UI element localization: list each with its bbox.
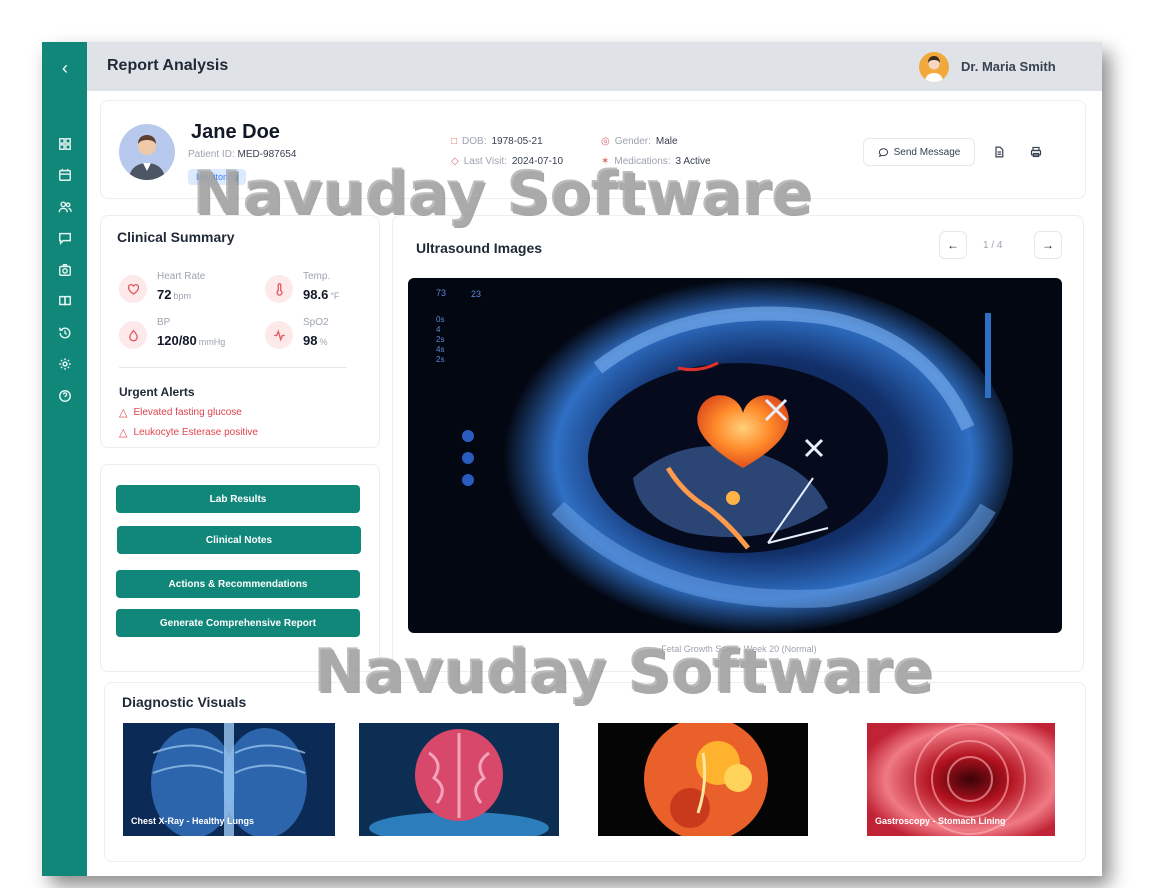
vital-label: BP xyxy=(157,317,171,328)
pill-icon: ✶ xyxy=(601,156,610,167)
settings-icon[interactable] xyxy=(42,349,87,381)
actions-card: Lab Results Clinical Notes Actions & Rec… xyxy=(100,464,380,672)
calendar-icon: □ xyxy=(451,136,458,147)
gender-field: ◎ Gender: Male xyxy=(601,136,678,147)
gender-value: Male xyxy=(655,136,678,147)
divider xyxy=(119,367,347,368)
send-message-label: Send Message xyxy=(893,146,961,158)
ultrasound-title: Ultrasound Images xyxy=(416,240,543,256)
history-icon[interactable] xyxy=(42,317,87,349)
arrow-left-icon: ← xyxy=(947,238,959,252)
gender-label: Gender: xyxy=(614,136,651,147)
sidebar-nav xyxy=(42,128,87,412)
vital-label: Heart Rate xyxy=(157,271,206,282)
patient-id-value: MED-987654 xyxy=(237,149,297,160)
help-icon[interactable] xyxy=(42,380,87,412)
app-window: ‹ Report Analysis Dr. Maria Smith Jane D… xyxy=(42,42,1102,876)
status-badge: Monitoring xyxy=(188,169,247,185)
patient-id: Patient ID: MED-987654 xyxy=(188,149,296,160)
medications-label: Medications: xyxy=(614,156,671,167)
patient-avatar xyxy=(119,124,175,180)
user-circle-icon: ◎ xyxy=(601,136,610,147)
overlay-readout-1: 73 xyxy=(436,288,447,298)
dob-field: □ DOB: 1978-05-21 xyxy=(451,136,543,147)
dob-label: DOB: xyxy=(462,136,487,147)
tag-icon: ◇ xyxy=(451,156,459,167)
vital-temperature: Temp. 98.6 °F xyxy=(265,271,375,311)
alert-item: △ Elevated fasting glucose xyxy=(119,407,242,419)
vital-label: SpO2 xyxy=(303,317,329,328)
camera-icon[interactable] xyxy=(42,254,87,286)
heart-icon xyxy=(119,275,147,303)
ultrasound-caption: Fetal Growth Scan - Week 20 (Normal) xyxy=(661,644,817,654)
sidebar: ‹ xyxy=(42,42,87,876)
urgent-alerts-title: Urgent Alerts xyxy=(119,385,195,399)
image-counter: 1 / 4 xyxy=(983,240,1003,251)
vital-value: 98.6 °F xyxy=(303,287,340,302)
vital-heart-rate: Heart Rate 72 bpm xyxy=(119,271,239,311)
top-bar: Report Analysis Dr. Maria Smith xyxy=(87,42,1102,91)
clinical-notes-button[interactable]: Clinical Notes xyxy=(117,526,361,554)
last-visit-field: ◇ Last Visit: 2024-07-10 xyxy=(451,156,563,167)
warning-icon: △ xyxy=(119,407,128,419)
droplet-icon xyxy=(119,321,147,349)
clinical-summary-card: Clinical Summary Heart Rate 72 bpm Temp. … xyxy=(100,215,380,448)
vital-value: 72 bpm xyxy=(157,287,191,302)
print-icon[interactable] xyxy=(1025,141,1047,163)
arrow-right-icon: → xyxy=(1042,238,1054,252)
clinical-summary-title: Clinical Summary xyxy=(117,229,235,245)
patient-card: Jane Doe Patient ID: MED-987654 Monitori… xyxy=(100,100,1086,199)
book-icon[interactable] xyxy=(42,286,87,318)
back-chevron-icon[interactable]: ‹ xyxy=(55,58,75,78)
send-message-button[interactable]: Send Message xyxy=(863,138,975,166)
diagnostic-visuals-card: Diagnostic Visuals Chest X-Ray - Healthy… xyxy=(104,682,1086,862)
diagnostic-thumbnail[interactable]: Gastroscopy - Stomach Lining xyxy=(867,723,1055,836)
patient-name: Jane Doe xyxy=(191,121,280,143)
generate-report-button[interactable]: Generate Comprehensive Report xyxy=(116,609,360,637)
activity-icon xyxy=(265,321,293,349)
warning-icon: △ xyxy=(119,427,128,439)
diagnostic-thumbnail[interactable]: Chest X-Ray - Healthy Lungs xyxy=(123,723,335,836)
document-icon[interactable] xyxy=(988,141,1010,163)
patient-id-label: Patient ID: xyxy=(188,149,235,160)
user-avatar[interactable] xyxy=(919,52,949,82)
last-visit-label: Last Visit: xyxy=(463,156,507,167)
thumbnail-label: Chest X-Ray - Healthy Lungs xyxy=(131,816,255,826)
vital-value: 120/80 mmHg xyxy=(157,333,226,348)
dashboard-icon[interactable] xyxy=(42,128,87,160)
page-title: Report Analysis xyxy=(107,57,229,74)
dob-value: 1978-05-21 xyxy=(491,136,543,147)
diagnostic-thumbnail[interactable] xyxy=(359,723,559,836)
prev-image-button[interactable]: ← xyxy=(939,231,967,259)
vital-spo2: SpO2 98% xyxy=(265,317,375,357)
user-name[interactable]: Dr. Maria Smith xyxy=(961,59,1056,74)
message-icon[interactable] xyxy=(42,223,87,255)
actions-recommendations-button[interactable]: Actions & Recommendations xyxy=(116,570,360,598)
ultrasound-image[interactable]: 73 23 0s 4 2s 4s 2s xyxy=(408,278,1062,633)
diagnostic-visuals-title: Diagnostic Visuals xyxy=(122,694,247,710)
thermometer-icon xyxy=(265,275,293,303)
calendar-icon[interactable] xyxy=(42,160,87,192)
lab-results-button[interactable]: Lab Results xyxy=(116,485,360,513)
diagnostic-thumbnail[interactable] xyxy=(598,723,808,836)
overlay-readout-2: 23 xyxy=(471,289,482,299)
medications-value: 3 Active xyxy=(675,156,711,167)
vital-label: Temp. xyxy=(303,271,331,282)
thumbnail-label: Gastroscopy - Stomach Lining xyxy=(875,816,1006,826)
chat-icon xyxy=(878,147,888,157)
users-icon[interactable] xyxy=(42,191,87,223)
vital-value: 98% xyxy=(303,333,328,348)
vital-blood-pressure: BP 120/80 mmHg xyxy=(119,317,259,357)
overlay-scale: 0s 4 2s 4s 2s xyxy=(436,315,445,364)
alert-item: △ Leukocyte Esterase positive xyxy=(119,427,258,439)
last-visit-value: 2024-07-10 xyxy=(511,156,564,167)
next-image-button[interactable]: → xyxy=(1034,231,1062,259)
ultrasound-card: Ultrasound Images ← 1 / 4 → 73 23 0s 4 2… xyxy=(392,215,1084,672)
medications-field: ✶ Medications: 3 Active xyxy=(601,156,711,167)
